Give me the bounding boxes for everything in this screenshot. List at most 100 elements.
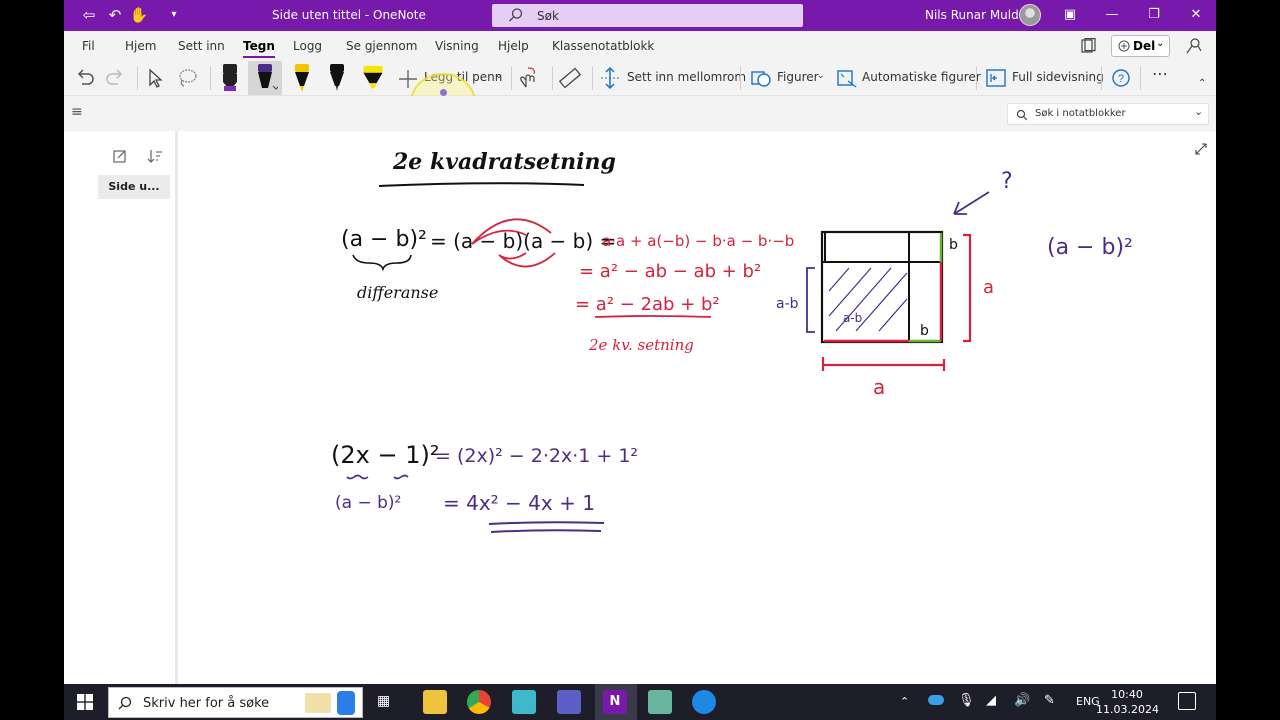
select-tool-icon[interactable] <box>141 65 167 91</box>
search-highlight-icon <box>337 691 355 715</box>
clock[interactable]: 10:40 11.03.2024 <box>1096 687 1159 717</box>
share-label: Del <box>1133 39 1156 53</box>
more-options-icon[interactable]: ⋯ <box>1152 64 1169 83</box>
shapes-label[interactable]: Figurer <box>777 70 819 84</box>
clock-date: 11.03.2024 <box>1096 703 1159 716</box>
square-diagram <box>806 191 990 371</box>
onenote-icon[interactable]: N <box>603 690 627 714</box>
chevron-down-icon[interactable]: ⌄ <box>495 71 503 81</box>
expand-step-3: = a² − 2ab + b² <box>575 294 720 315</box>
difference-brace <box>352 254 412 272</box>
lasso-icon[interactable] <box>174 65 200 91</box>
expand-step-1: a·a + a(−b) − b·a − b·−b <box>602 232 795 250</box>
ruler-icon[interactable] <box>557 65 583 91</box>
pen-purple-icon[interactable] <box>252 62 278 94</box>
label-a-bottom: a <box>873 375 886 399</box>
window-title: Side uten tittel - OneNote <box>272 8 426 22</box>
task-view-icon[interactable]: ▦ <box>377 693 390 709</box>
fullscreen-icon[interactable]: ▣ <box>1059 5 1081 25</box>
right-a-bracket <box>963 233 972 343</box>
bottom-a-bracket <box>821 357 946 371</box>
tab-fil[interactable]: Fil <box>82 39 95 53</box>
shapes-icon[interactable] <box>748 65 774 91</box>
teams-icon[interactable] <box>557 690 581 714</box>
insert-space-icon[interactable] <box>597 65 623 91</box>
volume-icon[interactable]: 🔊 <box>1014 693 1030 708</box>
touch-draw-icon[interactable] <box>516 65 542 91</box>
tab-sett-inn[interactable]: Sett inn <box>178 39 225 53</box>
redo-icon[interactable] <box>102 65 128 91</box>
minimize-button[interactable]: — <box>1101 5 1123 25</box>
tab-hjem[interactable]: Hjem <box>125 39 156 53</box>
insert-space-label[interactable]: Sett inn mellomrom <box>627 70 746 84</box>
auto-shapes-label[interactable]: Automatiske figurer <box>862 70 981 84</box>
file-explorer-icon[interactable] <box>423 690 447 714</box>
hamburger-menu-icon[interactable]: ≡ <box>71 105 85 119</box>
result-underline-2 <box>490 529 602 533</box>
notebook-search-box[interactable]: Søk i notatblokker ⌄ <box>1007 103 1209 125</box>
pen-cursor-dot <box>440 89 447 96</box>
share-button[interactable]: Del ⌄ <box>1111 35 1170 57</box>
tab-klassenotatblokk[interactable]: Klassenotatblokk <box>552 39 654 53</box>
chrome-icon[interactable] <box>467 690 491 714</box>
network-icon[interactable]: ◢ <box>986 693 996 708</box>
full-page-view-icon[interactable] <box>983 65 1009 91</box>
help-icon[interactable]: ? <box>1108 65 1134 91</box>
draw-ribbon: Legg til penn ⌄ Sett inn mellomrom Figur… <box>64 60 1216 133</box>
tab-se-gjennom[interactable]: Se gjennom <box>346 39 417 53</box>
touch-mode-icon[interactable]: ✋ <box>129 5 149 25</box>
ink-drawing <box>346 182 990 533</box>
add-page-icon[interactable] <box>112 148 128 164</box>
chevron-down-icon[interactable]: ⌄ <box>817 71 825 81</box>
search-highlight-icon <box>305 693 331 713</box>
notebook-icon[interactable] <box>1080 38 1096 54</box>
title-search-placeholder: Søk <box>537 9 559 23</box>
user-name[interactable]: Nils Runar Mulder <box>925 8 1031 22</box>
pen-black-thin-icon[interactable] <box>324 62 350 94</box>
undo-icon[interactable] <box>72 65 98 91</box>
avatar[interactable] <box>1019 4 1041 26</box>
pen-yellow-icon[interactable] <box>289 62 315 94</box>
close-button[interactable]: ✕ <box>1185 5 1207 25</box>
restore-button[interactable]: ❐ <box>1143 5 1165 25</box>
share-icon <box>1118 40 1130 52</box>
sort-icon[interactable] <box>147 148 163 164</box>
label-b-top: b <box>949 237 958 253</box>
pen-black-icon[interactable] <box>217 62 243 94</box>
distribution-arrow-4 <box>498 252 527 260</box>
distribution-arrow-3 <box>498 252 556 268</box>
tab-tegn[interactable]: Tegn <box>243 39 275 58</box>
example-pattern: (a − b)² <box>335 493 402 513</box>
taskbar-search[interactable]: Skriv her for å søke <box>108 687 363 718</box>
label-amb-inner: a-b <box>843 311 863 325</box>
tab-logg[interactable]: Logg <box>293 39 322 53</box>
search-icon <box>118 696 132 710</box>
windows-start-icon[interactable] <box>77 694 93 710</box>
title-search-box[interactable]: Søk <box>492 4 803 27</box>
app-icon[interactable] <box>648 690 672 714</box>
full-page-view-label[interactable]: Full sidevisning <box>1012 70 1104 84</box>
squiggle-a <box>346 474 369 480</box>
pen-tray-icon[interactable]: ✎ <box>1044 693 1055 708</box>
collapse-ribbon-icon[interactable]: ⌃ <box>1198 78 1206 89</box>
back-icon[interactable]: ⇦ <box>79 5 99 25</box>
undo-icon[interactable]: ↶ <box>105 5 125 25</box>
feedback-icon[interactable] <box>1185 37 1203 55</box>
page-list-item[interactable]: Side u... <box>98 175 170 199</box>
title-bar: ⇦ ↶ ✋ ▾ Side uten tittel - OneNote Søk N… <box>64 0 1216 31</box>
question-mark: ? <box>1001 169 1013 194</box>
microphone-icon[interactable]: 🎙 <box>958 693 975 708</box>
note-canvas[interactable]: 2e kvadratsetning (a − b)² = (a − b)(a −… <box>181 131 1216 684</box>
notifications-icon[interactable] <box>1178 692 1196 710</box>
onedrive-icon[interactable] <box>928 695 944 705</box>
app-grid-icon[interactable] <box>512 690 536 714</box>
tab-visning[interactable]: Visning <box>435 39 479 53</box>
auto-shapes-icon[interactable] <box>834 65 860 91</box>
highlighter-yellow-icon[interactable] <box>360 62 386 94</box>
customize-qat-icon[interactable]: ▾ <box>164 5 184 25</box>
app-icon[interactable] <box>692 690 716 714</box>
tab-hjelp[interactable]: Hjelp <box>498 39 529 53</box>
svg-text:?: ? <box>1118 73 1124 85</box>
tray-chevron-icon[interactable]: ⌃ <box>900 695 909 708</box>
chevron-down-icon[interactable]: ⌄ <box>1194 105 1203 118</box>
